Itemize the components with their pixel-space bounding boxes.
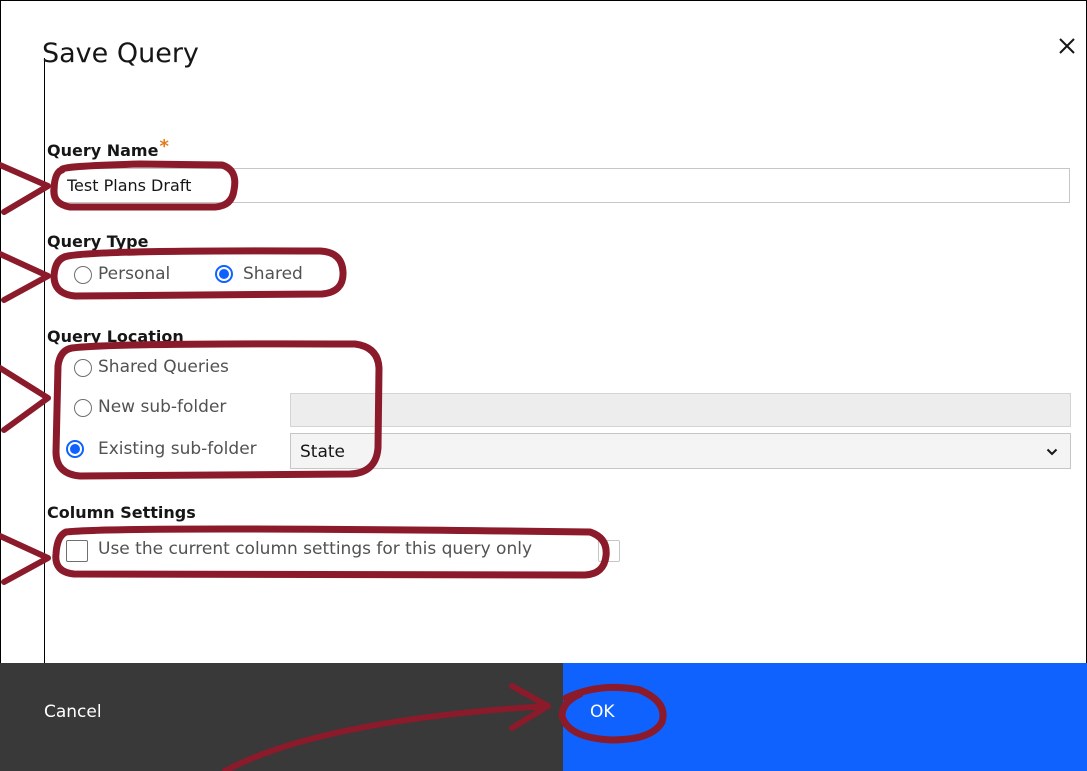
column-settings-checkbox[interactable] (66, 540, 88, 562)
radio-personal[interactable] (74, 266, 92, 284)
column-settings-label: Column Settings (47, 503, 196, 522)
query-name-label: Query Name* (47, 136, 169, 161)
screenshot-border (0, 0, 1087, 771)
dialog-title: Save Query (42, 38, 199, 69)
radio-shared-label: Shared (243, 264, 303, 284)
ok-button-label: OK (590, 702, 615, 722)
query-type-label: Query Type (47, 232, 149, 251)
cancel-button[interactable]: Cancel (0, 663, 563, 771)
chevron-down-icon (1046, 448, 1058, 456)
close-icon[interactable] (1055, 34, 1079, 58)
existing-subfolder-value: State (300, 442, 345, 462)
radio-shared[interactable] (215, 265, 233, 283)
required-asterisk: * (159, 136, 169, 157)
query-location-label: Query Location (47, 327, 184, 346)
new-subfolder-input[interactable] (290, 393, 1071, 427)
divider-line (44, 58, 45, 706)
ok-button[interactable]: OK (563, 663, 1087, 771)
query-name-label-text: Query Name (47, 141, 159, 160)
radio-personal-label: Personal (98, 264, 171, 284)
query-name-input[interactable] (57, 168, 1070, 203)
checkbox-ghost (598, 540, 620, 562)
radio-shared-queries[interactable] (74, 359, 92, 377)
cancel-button-label: Cancel (44, 702, 102, 722)
radio-new-subfolder-label: New sub-folder (98, 397, 227, 417)
existing-subfolder-select[interactable]: State (290, 433, 1071, 469)
radio-shared-queries-label: Shared Queries (98, 357, 229, 377)
radio-existing-subfolder[interactable] (66, 440, 84, 458)
radio-new-subfolder[interactable] (74, 399, 92, 417)
column-settings-checkbox-label: Use the current column settings for this… (98, 539, 533, 559)
radio-existing-subfolder-label: Existing sub-folder (98, 439, 257, 459)
